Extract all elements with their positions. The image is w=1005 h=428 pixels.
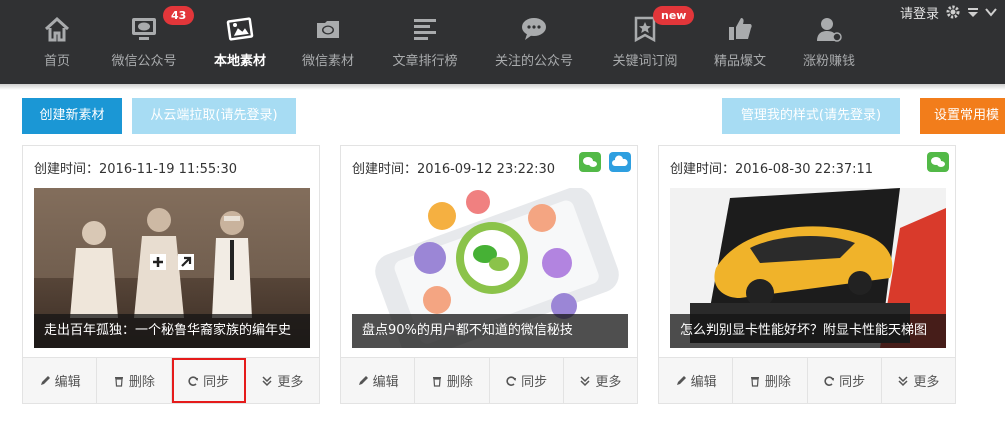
created-time: 创建时间：2016-08-30 22:37:11 <box>670 162 874 177</box>
sync-label: 同步 <box>521 375 548 390</box>
wechat-account-icon <box>132 18 156 40</box>
delete-button[interactable]: 删除 <box>415 358 490 403</box>
nav-item-earn[interactable]: 涨粉赚钱 <box>793 0 865 84</box>
pencil-icon <box>676 375 686 385</box>
sync-label: 同步 <box>839 375 866 390</box>
edit-button[interactable]: 编辑 <box>23 358 98 403</box>
card-actions: 编辑 删除 同步 更多 <box>341 357 637 403</box>
notification-count-badge: 43 <box>163 6 195 25</box>
nav-label: 首页 <box>43 54 70 69</box>
nav-item-featured[interactable]: 精品爆文 <box>704 0 776 84</box>
user-earn-icon <box>817 18 842 42</box>
nav-label: 文章排行榜 <box>392 54 458 69</box>
nav-label: 微信公众号 <box>111 54 177 69</box>
top-nav: 首页 微信公众号 43 本地素材 微信素材 文章排行榜 关注的公众号 关键词订阅… <box>0 0 1005 84</box>
article-thumbnail[interactable]: 怎么判别显卡性能好坏？附显卡性能天梯图 <box>670 188 946 348</box>
nav-label: 本地素材 <box>213 54 266 69</box>
nav-item-local-material[interactable]: 本地素材 <box>202 0 278 84</box>
trash-icon <box>114 376 123 387</box>
more-button[interactable]: 更多 <box>246 358 319 403</box>
manage-styles-button[interactable]: 管理我的样式(请先登录) <box>722 98 900 134</box>
delete-label: 删除 <box>446 375 473 390</box>
home-icon <box>44 16 70 42</box>
article-title: 走出百年孤独：一个秘鲁华裔家族的编年史 <box>34 314 310 348</box>
wechat-material-icon <box>317 21 339 38</box>
pencil-icon <box>358 375 368 385</box>
delete-label: 删除 <box>764 375 791 390</box>
article-thumbnail[interactable]: 盘点90%的用户都不知道的微信秘技 <box>352 188 628 348</box>
wechat-sync-icon <box>579 152 601 172</box>
add-icon[interactable] <box>150 254 166 270</box>
sync-button[interactable]: 同步 <box>808 358 882 403</box>
material-card: 创建时间：2016-11-19 11:55:30 走出百年孤独：一个秘鲁华裔家族… <box>22 145 320 404</box>
sync-label: 同步 <box>203 375 230 390</box>
nav-shadow <box>0 84 1005 90</box>
card-actions: 编辑 删除 同步 更多 <box>23 357 319 403</box>
ranking-icon <box>414 19 436 40</box>
nav-label: 精品爆文 <box>713 54 766 69</box>
gear-icon[interactable] <box>945 4 961 20</box>
double-chevron-down-icon <box>262 375 272 386</box>
open-external-icon[interactable] <box>178 254 194 270</box>
delete-button[interactable]: 删除 <box>97 358 172 403</box>
nav-label: 关键词订阅 <box>612 54 678 69</box>
refresh-icon <box>506 375 517 386</box>
refresh-icon <box>824 375 835 386</box>
article-thumbnail[interactable]: 走出百年孤独：一个秘鲁华裔家族的编年史 <box>34 188 310 348</box>
pull-from-cloud-button[interactable]: 从云端拉取(请先登录) <box>132 98 296 134</box>
set-common-template-button[interactable]: 设置常用模 <box>920 98 1005 134</box>
edit-label: 编辑 <box>54 375 81 390</box>
article-title: 盘点90%的用户都不知道的微信秘技 <box>352 314 628 348</box>
cloud-icon <box>609 152 631 172</box>
chevron-down-icon[interactable] <box>985 6 997 18</box>
edit-label: 编辑 <box>690 375 717 390</box>
nav-item-home[interactable]: 首页 <box>22 0 92 84</box>
double-chevron-down-icon <box>898 375 908 386</box>
material-card: 创建时间：2016-09-12 23:22:30 盘点90%的用户都不知道的微信… <box>340 145 638 404</box>
trash-icon <box>750 376 759 387</box>
material-card: 创建时间：2016-08-30 22:37:11 怎么判别显卡性能好坏？附显卡性… <box>658 145 956 404</box>
edit-button[interactable]: 编辑 <box>659 358 734 403</box>
article-title: 怎么判别显卡性能好坏？附显卡性能天梯图 <box>670 314 946 348</box>
nav-label: 关注的公众号 <box>494 54 573 69</box>
new-badge: new <box>653 6 695 25</box>
nav-item-wechat-material[interactable]: 微信素材 <box>292 0 364 84</box>
nav-item-followed-accounts[interactable]: 关注的公众号 <box>486 0 582 84</box>
double-chevron-down-icon <box>580 375 590 386</box>
sync-button[interactable]: 同步 <box>171 358 246 403</box>
more-button[interactable]: 更多 <box>564 358 637 403</box>
followed-accounts-icon <box>522 18 546 40</box>
refresh-icon <box>188 375 199 386</box>
card-actions: 编辑 删除 同步 更多 <box>659 357 955 403</box>
create-material-button[interactable]: 创建新素材 <box>22 98 122 134</box>
delete-label: 删除 <box>128 375 155 390</box>
more-button[interactable]: 更多 <box>882 358 955 403</box>
trash-icon <box>432 376 441 387</box>
login-link[interactable]: 请登录 <box>900 3 939 22</box>
more-label: 更多 <box>277 375 304 390</box>
more-label: 更多 <box>913 375 940 390</box>
edit-button[interactable]: 编辑 <box>341 358 416 403</box>
wechat-sync-icon <box>927 152 949 172</box>
pencil-icon <box>40 375 50 385</box>
local-material-icon <box>226 17 254 41</box>
more-label: 更多 <box>595 375 622 390</box>
dropdown-caret-icon[interactable] <box>967 6 979 18</box>
nav-item-ranking[interactable]: 文章排行榜 <box>382 0 468 84</box>
edit-label: 编辑 <box>372 375 399 390</box>
created-time: 创建时间：2016-11-19 11:55:30 <box>34 162 238 177</box>
thumbs-up-icon <box>729 18 752 40</box>
nav-label: 涨粉赚钱 <box>802 54 855 69</box>
user-area: 请登录 <box>900 0 1005 24</box>
created-time: 创建时间：2016-09-12 23:22:30 <box>352 162 556 177</box>
nav-label: 微信素材 <box>301 54 354 69</box>
delete-button[interactable]: 删除 <box>733 358 808 403</box>
sync-button[interactable]: 同步 <box>490 358 564 403</box>
